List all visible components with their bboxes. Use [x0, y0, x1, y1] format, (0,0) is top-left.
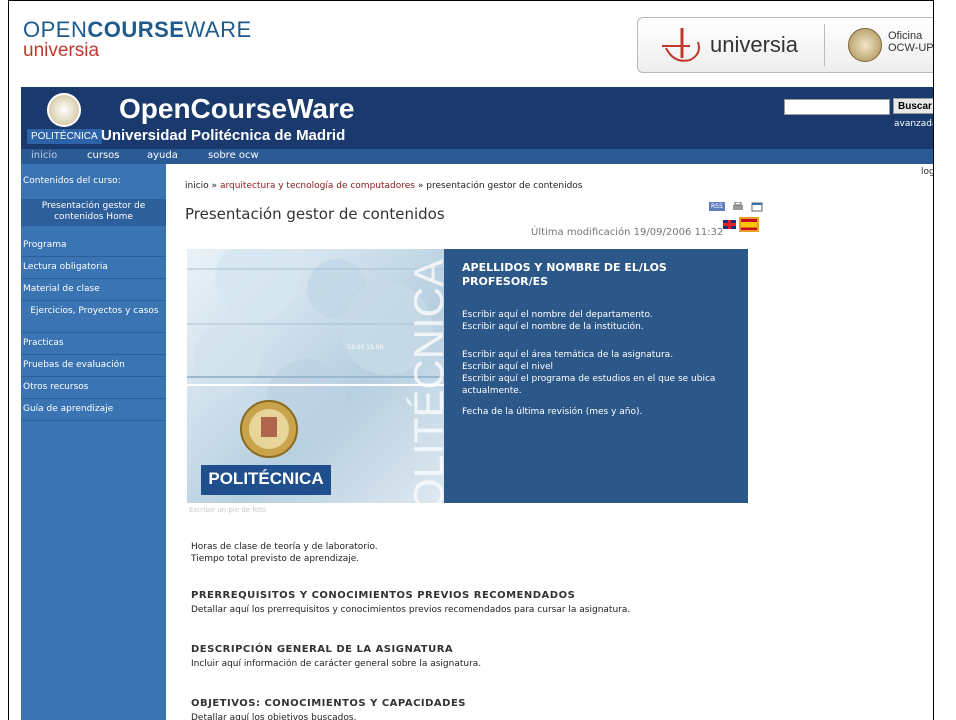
program-text: Escribir aquí el programa de estudios en…: [462, 374, 716, 396]
course-sidebar: Contenidos del curso: Presentación gesto…: [21, 164, 166, 720]
login-link[interactable]: logi: [921, 167, 933, 177]
professor-info-box: APELLIDOS Y NOMBRE DE EL/LOS PROFESOR/ES…: [444, 249, 748, 503]
upm-crest-icon: [47, 93, 81, 127]
image-brand-text: POLITÉCNICA: [208, 469, 324, 488]
oficina-line1: Oficina: [888, 30, 923, 42]
sidebar-item-programa[interactable]: Programa: [21, 235, 166, 257]
level-text: Escribir aquí el nivel: [462, 362, 554, 372]
universia-partner-box[interactable]: universia Oficina OCW-UPM: [637, 17, 934, 73]
oficina-ocw-label: Oficina OCW-UPM: [888, 30, 934, 54]
sidebar-item-presentacion[interactable]: Presentación gestor de contenidos Home: [21, 199, 166, 226]
rss-icon[interactable]: RSS: [709, 202, 725, 211]
top-nav: inicio cursos ayuda sobre ocw: [21, 149, 933, 164]
nav-inicio[interactable]: inicio: [31, 150, 57, 161]
image-vertical-text: POLITÉCNICA: [405, 259, 444, 503]
search-button[interactable]: Buscar: [893, 98, 933, 114]
nav-cursos[interactable]: cursos: [87, 150, 120, 161]
section-text-descripcion: Incluir aquí información de carácter gen…: [191, 659, 482, 669]
sidebar-item-guia[interactable]: Guía de aprendizaje: [21, 399, 166, 421]
sidebar-item-material[interactable]: Material de clase: [21, 279, 166, 301]
sidebar-item-ejercicios[interactable]: Ejercicios, Proyectos y casos: [21, 301, 166, 333]
breadcrumb-sep: »: [211, 181, 218, 191]
course-image: 13.00 13.00 POLITÉCNICA POLITÉCNICA: [187, 249, 444, 503]
breadcrumb-category[interactable]: arquitectura y tecnología de computadore…: [220, 181, 415, 191]
advanced-search-link[interactable]: avanzada: [894, 119, 933, 129]
hours-text: Horas de clase de teoría y de laboratori…: [191, 542, 378, 552]
professor-heading: APELLIDOS Y NOMBRE DE EL/LOS PROFESOR/ES: [462, 261, 667, 288]
print-icon[interactable]: [732, 201, 744, 212]
search-input[interactable]: [784, 99, 890, 115]
breadcrumb-sep: »: [417, 181, 424, 191]
institution-text: Escribir aquí el nombre de la institució…: [462, 322, 644, 332]
spanish-flag-icon[interactable]: [739, 217, 759, 232]
section-heading-objetivos: OBJETIVOS: CONOCIMIENTOS Y CAPACIDADES: [191, 698, 466, 709]
university-name: Universidad Politécnica de Madrid: [101, 127, 346, 144]
upm-seal-icon: [848, 28, 882, 62]
upm-header: OpenCourseWare POLITÉCNICA Universidad P…: [21, 87, 933, 149]
nav-sobre-ocw[interactable]: sobre ocw: [208, 150, 259, 161]
divider: [824, 24, 825, 66]
site-title[interactable]: OpenCourseWare: [119, 93, 354, 125]
sidebar-item-practicas[interactable]: Practicas: [21, 333, 166, 355]
total-time-text: Tiempo total previsto de aprendizaje.: [191, 554, 360, 564]
last-modified: Última modificación 19/09/2006 11:32: [531, 227, 724, 238]
globe-graphic-icon: 13.00 13.00 POLITÉCNICA: [187, 249, 444, 503]
universia-label: universia: [710, 32, 799, 57]
section-heading-prerrequisitos: PRERREQUISITOS Y CONOCIMIENTOS PREVIOS R…: [191, 590, 576, 601]
breadcrumb-current: presentación gestor de contenidos: [426, 181, 583, 191]
section-text-prerrequisitos: Detallar aquí los prerrequisitos y conoc…: [191, 605, 631, 615]
logo-course-text: COURSE: [87, 17, 185, 42]
sidebar-item-pruebas[interactable]: Pruebas de evaluación: [21, 355, 166, 377]
area-text: Escribir aquí el área temática de la asi…: [462, 350, 674, 360]
language-switcher: [723, 214, 759, 233]
revision-date-text: Fecha de la última revisión (mes y año).: [462, 407, 643, 417]
universia-mark-icon: [662, 28, 700, 62]
page-title: Presentación gestor de contenidos: [185, 205, 445, 223]
logo-ware-text: WARE: [184, 17, 252, 42]
breadcrumb-home[interactable]: inicio: [185, 181, 209, 191]
oficina-line2: OCW-UPM: [888, 42, 934, 54]
section-heading-descripcion: DESCRIPCIÓN GENERAL DE LA ASIGNATURA: [191, 644, 454, 655]
image-caption: Escribir un pie de foto: [189, 506, 266, 514]
page-tools: RSS: [709, 196, 763, 215]
svg-text:13.00 13.00: 13.00 13.00: [347, 344, 383, 351]
ocw-universia-logo[interactable]: OPENCOURSEWARE universia: [23, 19, 252, 61]
department-text: Escribir aquí el nombre del departamento…: [462, 310, 653, 320]
sidebar-title: Contenidos del curso:: [23, 176, 121, 186]
sidebar-item-lectura[interactable]: Lectura obligatoria: [21, 257, 166, 279]
browser-frame: OPENCOURSEWARE universia universia Ofici…: [8, 0, 934, 720]
logo-universia-text: universia: [23, 40, 100, 61]
politecnica-badge: POLITÉCNICA: [27, 129, 102, 144]
sidebar-item-otros[interactable]: Otros recursos: [21, 377, 166, 399]
nav-ayuda[interactable]: ayuda: [147, 150, 178, 161]
english-flag-icon[interactable]: [723, 220, 736, 229]
breadcrumb: inicio » arquitectura y tecnología de co…: [185, 181, 582, 191]
fullscreen-icon[interactable]: [751, 202, 763, 212]
logo-open-text: OPEN: [23, 17, 88, 42]
